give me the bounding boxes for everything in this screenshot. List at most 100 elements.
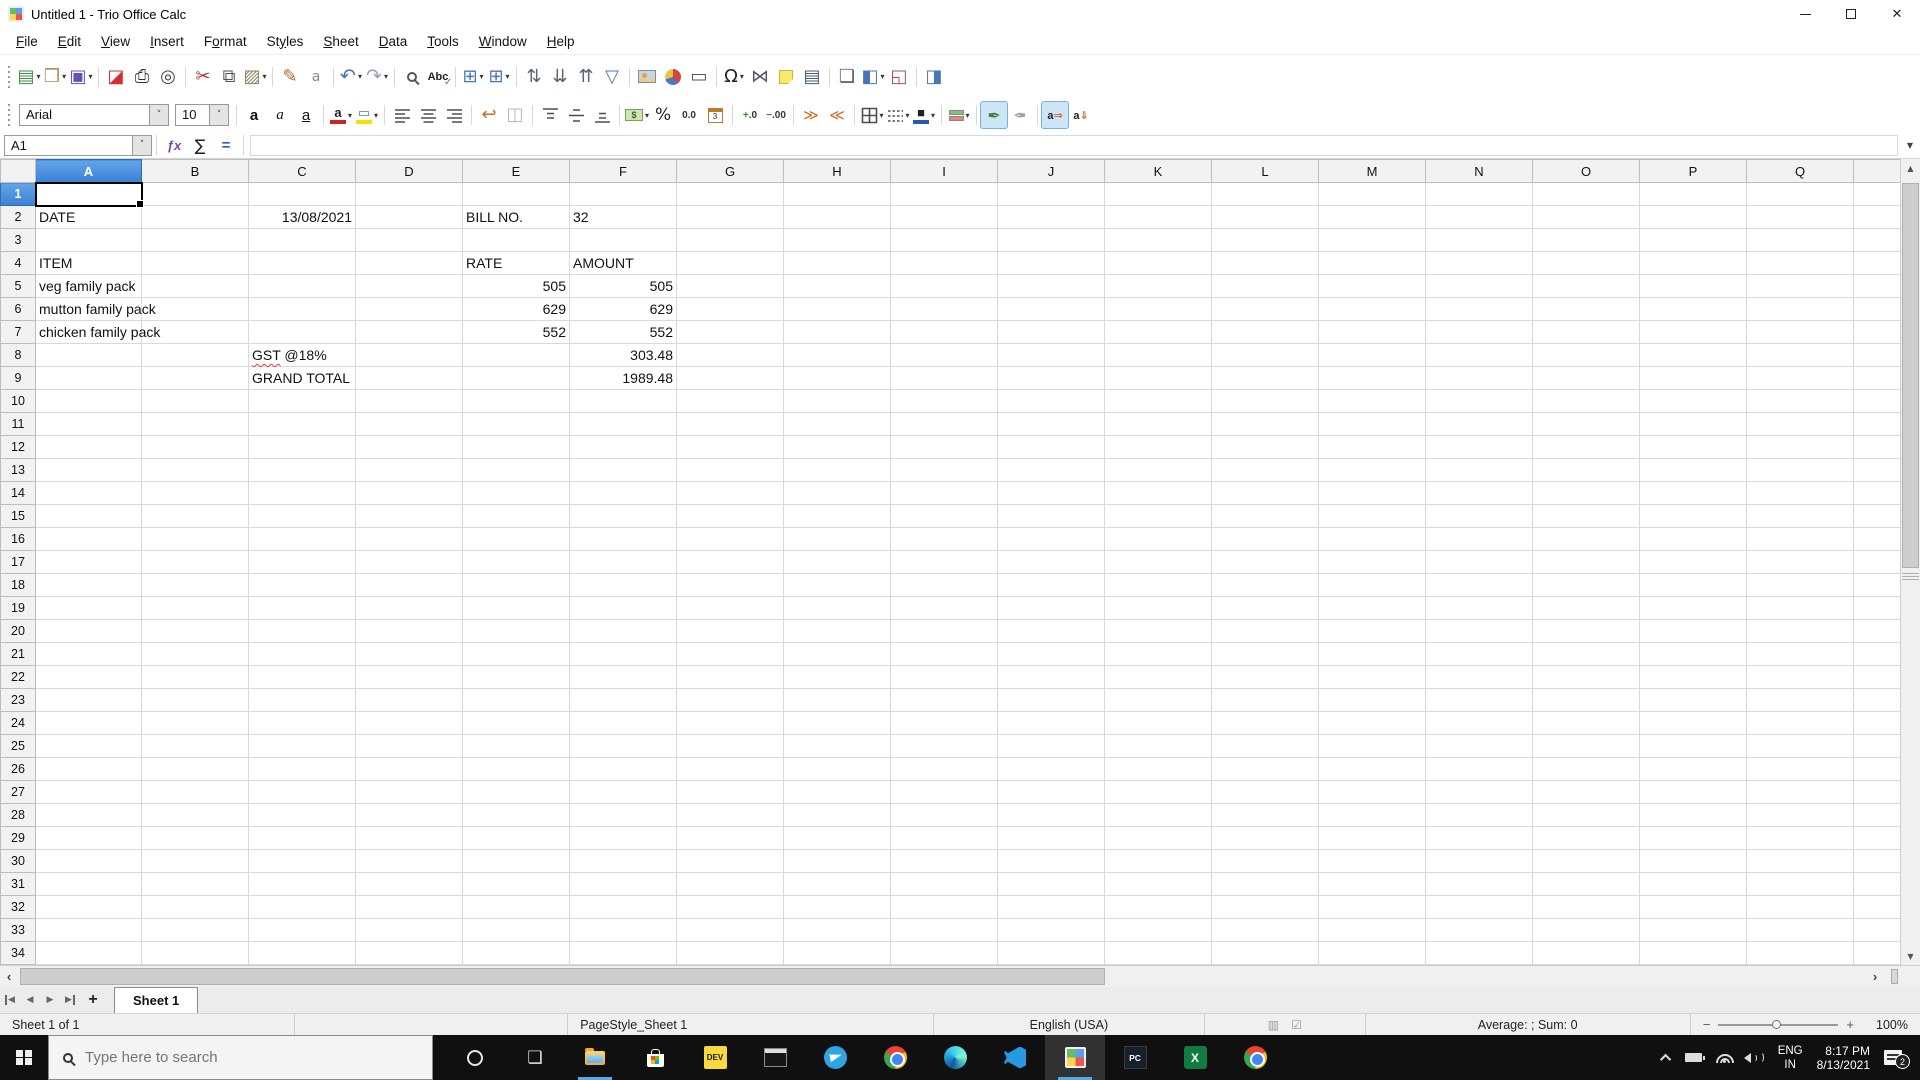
cell-Q7[interactable] [1746, 320, 1854, 344]
cell-partial-21[interactable] [1853, 642, 1901, 666]
cell-Q25[interactable] [1746, 734, 1854, 758]
special-character-button[interactable]: Ω ▾ [721, 64, 747, 90]
cell-D18[interactable] [355, 573, 463, 597]
cell-J12[interactable] [997, 435, 1105, 459]
select-all-corner[interactable] [0, 159, 36, 183]
cell-D34[interactable] [355, 941, 463, 965]
next-sheet-button[interactable]: ▶ [40, 987, 60, 1013]
cell-N16[interactable] [1425, 527, 1533, 551]
cell-N24[interactable] [1425, 711, 1533, 735]
column-header-N[interactable]: N [1425, 159, 1533, 183]
cell-M30[interactable] [1318, 849, 1426, 873]
cell-K15[interactable] [1104, 504, 1212, 528]
cell-L34[interactable] [1211, 941, 1319, 965]
cell-D16[interactable] [355, 527, 463, 551]
cell-D17[interactable] [355, 550, 463, 574]
spelling-button[interactable]: Abc ✓ [425, 64, 453, 90]
start-button[interactable] [0, 1035, 48, 1080]
cell-P13[interactable] [1639, 458, 1747, 482]
cell-Q11[interactable] [1746, 412, 1854, 436]
cell-B9[interactable] [141, 366, 249, 390]
cell-E9[interactable] [462, 366, 570, 390]
row-header-24[interactable]: 24 [0, 711, 36, 735]
taskbar-app-cortana[interactable] [445, 1035, 505, 1080]
cell-M27[interactable] [1318, 780, 1426, 804]
cell-I4[interactable] [890, 251, 998, 275]
cell-L20[interactable] [1211, 619, 1319, 643]
taskbar-search[interactable] [48, 1035, 433, 1080]
cell-P14[interactable] [1639, 481, 1747, 505]
cell-J26[interactable] [997, 757, 1105, 781]
cell-P28[interactable] [1639, 803, 1747, 827]
text-direction-top-to-bottom-button[interactable]: a⇓ [1068, 102, 1094, 128]
cell-M12[interactable] [1318, 435, 1426, 459]
cell-A24[interactable] [35, 711, 142, 735]
cell-Q28[interactable] [1746, 803, 1854, 827]
cell-E34[interactable] [462, 941, 570, 965]
cell-Q5[interactable] [1746, 274, 1854, 298]
cell-H29[interactable] [783, 826, 891, 850]
cell-N11[interactable] [1425, 412, 1533, 436]
cell-partial-3[interactable] [1853, 228, 1901, 252]
cell-partial-30[interactable] [1853, 849, 1901, 873]
cell-G28[interactable] [676, 803, 784, 827]
cell-K20[interactable] [1104, 619, 1212, 643]
cell-N20[interactable] [1425, 619, 1533, 643]
undo-button[interactable]: ↶ ▾ [338, 64, 364, 90]
cell-C12[interactable] [248, 435, 356, 459]
cell-O13[interactable] [1532, 458, 1640, 482]
cell-L3[interactable] [1211, 228, 1319, 252]
cell-A10[interactable] [35, 389, 142, 413]
cell-C10[interactable] [248, 389, 356, 413]
cell-P26[interactable] [1639, 757, 1747, 781]
cell-G22[interactable] [676, 665, 784, 689]
column-header-E[interactable]: E [462, 159, 570, 183]
cell-I28[interactable] [890, 803, 998, 827]
borders-button[interactable]: ▾ [859, 102, 885, 128]
cell-Q8[interactable] [1746, 343, 1854, 367]
cell-A28[interactable] [35, 803, 142, 827]
cell-partial-34[interactable] [1853, 941, 1901, 965]
cell-E23[interactable] [462, 688, 570, 712]
cell-H7[interactable] [783, 320, 891, 344]
cell-Q3[interactable] [1746, 228, 1854, 252]
cell-M14[interactable] [1318, 481, 1426, 505]
cell-G15[interactable] [676, 504, 784, 528]
cell-I33[interactable] [890, 918, 998, 942]
cell-E16[interactable] [462, 527, 570, 551]
cell-C33[interactable] [248, 918, 356, 942]
cell-partial-18[interactable] [1853, 573, 1901, 597]
cell-G24[interactable] [676, 711, 784, 735]
cell-D1[interactable] [355, 182, 463, 206]
cell-G8[interactable] [676, 343, 784, 367]
cell-B8[interactable] [141, 343, 249, 367]
cell-M31[interactable] [1318, 872, 1426, 896]
paste-button[interactable]: ▨ ▾ [242, 64, 268, 90]
cell-C22[interactable] [248, 665, 356, 689]
autofilter-button[interactable]: ▽ [599, 64, 625, 90]
cell-C28[interactable] [248, 803, 356, 827]
cell-Q9[interactable] [1746, 366, 1854, 390]
cell-G23[interactable] [676, 688, 784, 712]
row-header-27[interactable]: 27 [0, 780, 36, 804]
cell-L23[interactable] [1211, 688, 1319, 712]
cell-partial-33[interactable] [1853, 918, 1901, 942]
row-header-2[interactable]: 2 [0, 205, 36, 229]
cell-L31[interactable] [1211, 872, 1319, 896]
horizontal-scrollbar-thumb[interactable] [20, 968, 1105, 985]
cell-B12[interactable] [141, 435, 249, 459]
vertical-scrollbar-track[interactable] [1901, 177, 1920, 947]
paragraph-right-to-left-button[interactable]: ✒ [1007, 102, 1033, 128]
cell-P34[interactable] [1639, 941, 1747, 965]
row-header-32[interactable]: 32 [0, 895, 36, 919]
cell-O26[interactable] [1532, 757, 1640, 781]
row-header-19[interactable]: 19 [0, 596, 36, 620]
cell-E33[interactable] [462, 918, 570, 942]
cell-D13[interactable] [355, 458, 463, 482]
cell-G30[interactable] [676, 849, 784, 873]
cell-M19[interactable] [1318, 596, 1426, 620]
cell-M29[interactable] [1318, 826, 1426, 850]
cell-O5[interactable] [1532, 274, 1640, 298]
name-box-dropdown-icon[interactable]: ˅ [132, 135, 151, 155]
cell-K1[interactable] [1104, 182, 1212, 206]
